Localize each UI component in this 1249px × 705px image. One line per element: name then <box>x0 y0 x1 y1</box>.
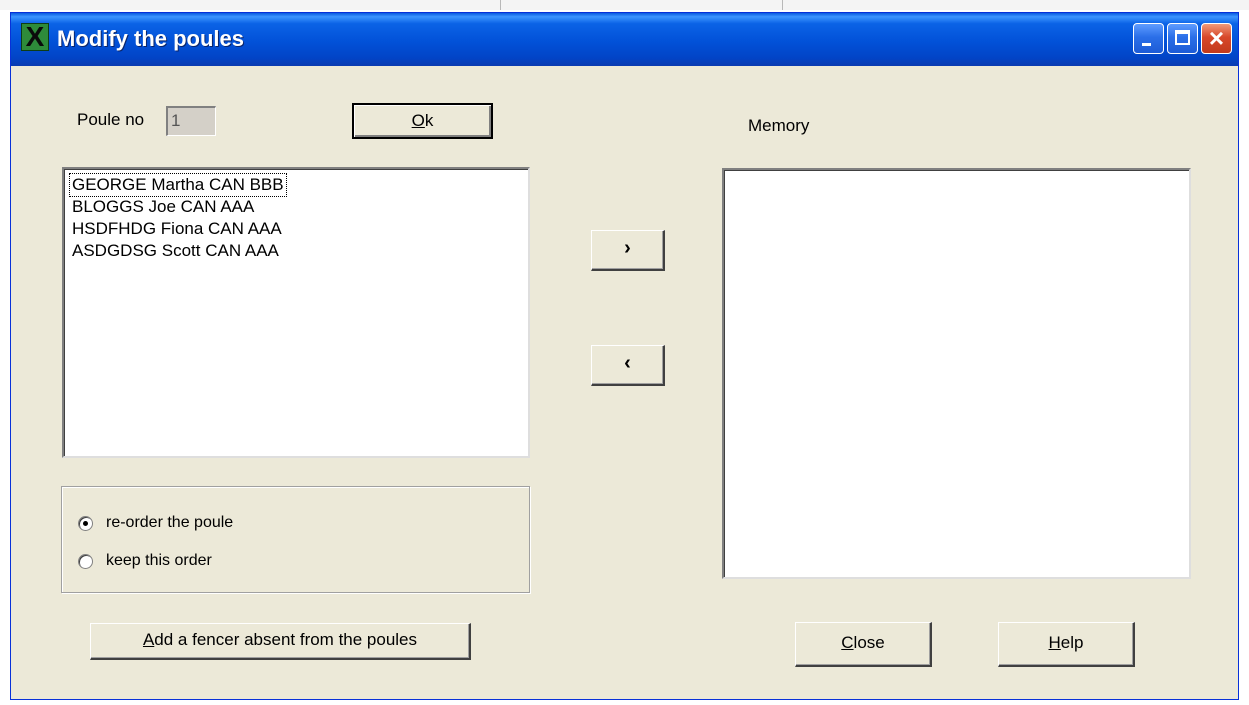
minimize-button[interactable] <box>1133 23 1164 54</box>
maximize-button[interactable] <box>1167 23 1198 54</box>
maximize-icon <box>1175 30 1190 45</box>
close-button[interactable]: Close <box>795 622 932 667</box>
close-label: lose <box>853 633 885 652</box>
radio-keep-order[interactable] <box>78 554 93 569</box>
fencer-list-item[interactable]: BLOGGS Joe CAN AAA <box>70 196 256 218</box>
modify-poules-dialog: X Modify the poules × Poule no 1 Ok Memo… <box>10 12 1239 700</box>
close-window-button[interactable]: × <box>1201 23 1232 54</box>
fencer-list-item[interactable]: GEORGE Martha CAN BBB <box>69 173 287 197</box>
title-bar[interactable]: X Modify the poules × <box>11 13 1238 66</box>
memory-list[interactable] <box>722 168 1191 579</box>
order-option[interactable]: re-order the poule <box>78 514 338 534</box>
radio-label-keep-order: keep this order <box>106 552 212 569</box>
minimize-icon <box>1142 43 1151 46</box>
window-title: Modify the poules <box>57 26 244 51</box>
memory-label: Memory <box>748 116 810 135</box>
background-strip <box>0 0 1249 10</box>
close-icon: × <box>1208 23 1225 53</box>
poule-number-field: 1 <box>166 106 216 136</box>
radio-selected-dot <box>83 521 88 526</box>
ok-label: k <box>424 111 434 130</box>
fencer-list-item[interactable]: ASDGDSG Scott CAN AAA <box>70 240 281 262</box>
fencer-list[interactable]: GEORGE Martha CAN BBB BLOGGS Joe CAN AAA H… <box>62 167 530 458</box>
move-left-button[interactable]: ‹ <box>591 345 665 386</box>
add-fencer-button[interactable]: Add a fencer absent from the poules <box>90 623 471 660</box>
poule-no-label: Poule no <box>77 110 145 129</box>
add-fencer-label: dd a fencer absent from the poules <box>154 630 418 649</box>
radio-label-reorder: re-order the poule <box>106 514 234 531</box>
add-fencer-mnemonic: A <box>142 630 155 649</box>
ok-mnemonic: O <box>411 111 425 130</box>
close-mnemonic: C <box>841 633 854 652</box>
help-label: elp <box>1060 633 1084 652</box>
fencer-list-item[interactable]: HSDFHDG Fiona CAN AAA <box>70 218 284 240</box>
order-option[interactable]: keep this order <box>78 552 338 572</box>
radio-reorder[interactable] <box>78 516 93 531</box>
divider <box>782 0 783 10</box>
order-options-group: re-order the poule keep this order <box>61 486 530 593</box>
divider <box>500 0 501 10</box>
ok-button[interactable]: Ok <box>352 103 493 139</box>
move-right-button[interactable]: › <box>591 230 665 271</box>
help-mnemonic: H <box>1048 633 1061 652</box>
fencing-app-icon: X <box>21 23 49 51</box>
help-button[interactable]: Help <box>998 622 1135 667</box>
